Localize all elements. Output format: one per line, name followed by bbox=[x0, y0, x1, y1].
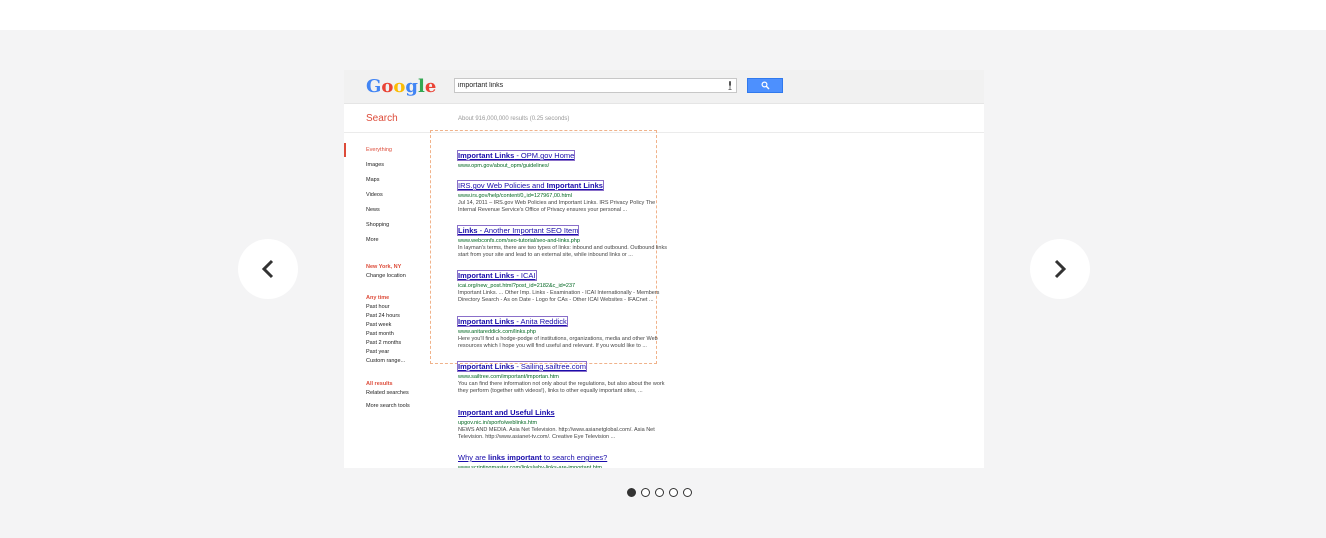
carousel-prev-button[interactable] bbox=[238, 239, 298, 299]
result-title-link[interactable]: Important and Useful Links bbox=[458, 408, 555, 417]
chevron-left-icon bbox=[261, 259, 274, 279]
search-result: IRS.gov Web Policies and Important Links… bbox=[457, 175, 718, 214]
result-title-pre: IRS.gov Web Policies and bbox=[458, 181, 547, 190]
result-snippet-line: In layman's terms, there are two types o… bbox=[458, 245, 667, 251]
sidebar-location: New York, NY bbox=[366, 264, 402, 270]
result-title-bold: Links bbox=[458, 226, 478, 235]
sidebar-time-past-2-months[interactable]: Past 2 months bbox=[366, 340, 401, 346]
result-url: www.irs.gov/help/content/0,,id=127967,00… bbox=[458, 193, 572, 199]
sidebar-time-past-year[interactable]: Past year bbox=[366, 349, 389, 355]
google-doodle-logo[interactable]: Google bbox=[366, 76, 436, 97]
chevron-right-icon bbox=[1054, 259, 1067, 279]
search-result: Important Links - Anita Reddick www.anita… bbox=[457, 311, 718, 350]
active-type-indicator bbox=[344, 143, 346, 157]
magnifier-icon bbox=[761, 81, 770, 90]
microphone-icon[interactable] bbox=[728, 81, 732, 90]
sidebar-time-header[interactable]: Any time bbox=[366, 295, 389, 301]
result-title-post: - Another Important SEO Item bbox=[477, 226, 579, 235]
result-title-post: - Anita Reddick bbox=[514, 317, 567, 326]
carousel-slide-screenshot: Google Search About 916,000,000 results … bbox=[344, 70, 984, 468]
result-title-link[interactable]: IRS.gov Web Policies and Important Links bbox=[457, 180, 604, 191]
sidebar-change-location[interactable]: Change location bbox=[366, 273, 406, 279]
result-snippet-line: start from your site and lead to an exte… bbox=[458, 252, 633, 258]
result-url: www.opm.gov/about_opm/guidelines/ bbox=[458, 163, 550, 169]
result-url: www.webconfs.com/seo-tutorial/seo-and-li… bbox=[458, 238, 580, 244]
carousel-dot-4[interactable] bbox=[669, 488, 678, 497]
result-title-post: to search engines? bbox=[541, 453, 608, 462]
search-result: Links - Another Important SEO Item www.we… bbox=[456, 220, 718, 259]
carousel-dot-2[interactable] bbox=[641, 488, 650, 497]
result-snippet-line: resources which I hope you will find use… bbox=[458, 343, 647, 349]
sidebar-type-more[interactable]: More bbox=[366, 237, 379, 243]
result-title-post: - ICAI bbox=[514, 271, 536, 280]
result-snippet-line: Here you'll find a hodge-podge of instit… bbox=[458, 336, 658, 342]
search-subbar: Search About 916,000,000 results (0.25 s… bbox=[344, 104, 984, 133]
result-title-bold: Important Links bbox=[546, 181, 603, 190]
sidebar-type-shopping[interactable]: Shopping bbox=[366, 222, 389, 228]
search-result: Important Links - ICAI icai.org/new_post.… bbox=[457, 265, 718, 304]
result-title-post: - OPM.gov Home bbox=[514, 151, 575, 160]
result-snippet-line: Television. http://www.asianet-tv.com/. … bbox=[458, 434, 616, 440]
carousel-dot-3[interactable] bbox=[655, 488, 664, 497]
result-title-bold: Important and Useful Links bbox=[458, 408, 555, 417]
result-title-link[interactable]: Important Links - Sailing.sailtree.com bbox=[457, 361, 587, 372]
result-snippet-line: they perform (together with videos!), li… bbox=[458, 388, 643, 394]
result-title-bold: Important Links bbox=[458, 271, 515, 280]
search-section-label: Search bbox=[366, 113, 398, 124]
result-title-bold: Important Links bbox=[458, 362, 515, 371]
google-header: Google bbox=[344, 70, 984, 104]
search-box[interactable] bbox=[454, 78, 737, 93]
search-result: Important Links - OPM.gov Home www.opm.go… bbox=[456, 145, 718, 170]
carousel-dot-1[interactable] bbox=[627, 488, 636, 497]
result-count: About 916,000,000 results (0.25 seconds) bbox=[458, 116, 570, 122]
search-result: Important and Useful Links upgov.nic.in/s… bbox=[458, 402, 718, 441]
result-snippet-line: Internal Revenue Service's Office of Pri… bbox=[458, 207, 628, 213]
result-snippet-line: Important Links. ... Other Imp. Links - … bbox=[458, 290, 660, 296]
search-result: Important Links - Sailing.sailtree.com ww… bbox=[457, 356, 718, 395]
result-snippet-line: Directory Search - As on Date - Logo for… bbox=[458, 297, 654, 303]
sidebar-time-past-week[interactable]: Past week bbox=[366, 322, 391, 328]
result-title-link[interactable]: Important Links - OPM.gov Home bbox=[456, 150, 576, 161]
result-url: www.sailtree.com/important/importan.htm bbox=[458, 374, 559, 380]
result-title-post: - Sailing.sailtree.com bbox=[514, 362, 586, 371]
sidebar-type-images[interactable]: Images bbox=[366, 162, 384, 168]
result-title-bold: Important Links bbox=[458, 317, 515, 326]
carousel-pagination bbox=[627, 488, 692, 497]
result-title-bold: Important Links bbox=[458, 151, 515, 160]
sidebar-time-custom-range[interactable]: Custom range... bbox=[366, 358, 405, 364]
result-snippet-line: You can find there information not only … bbox=[458, 381, 665, 387]
result-url: upgov.nic.in/sporfo/weblinks.htm bbox=[458, 420, 538, 426]
carousel-next-button[interactable] bbox=[1030, 239, 1090, 299]
result-title-link[interactable]: Why are links important to search engine… bbox=[458, 453, 607, 462]
sidebar-type-maps[interactable]: Maps bbox=[366, 177, 379, 183]
result-url: www.scriptingmaster.com/links/why-links-… bbox=[458, 465, 602, 468]
sidebar-more-tools[interactable]: More search tools bbox=[366, 403, 410, 409]
carousel-dot-5[interactable] bbox=[683, 488, 692, 497]
sidebar-type-everything[interactable]: Everything bbox=[366, 147, 392, 153]
sidebar-all-results[interactable]: All results bbox=[366, 381, 393, 387]
result-title-bold: links important bbox=[488, 453, 542, 462]
result-title-pre: Why are bbox=[458, 453, 489, 462]
search-input[interactable] bbox=[458, 80, 713, 91]
search-result: Why are links important to search engine… bbox=[458, 447, 718, 468]
sidebar-type-videos[interactable]: Videos bbox=[366, 192, 383, 198]
result-url: www.anitareddick.com/links.php bbox=[458, 329, 536, 335]
result-snippet-line: Jul 14, 2011 – IRS.gov Web Policies and … bbox=[458, 200, 656, 206]
result-url: icai.org/new_post.html?post_id=2182&c_id… bbox=[458, 283, 576, 289]
result-title-link[interactable]: Important Links - Anita Reddick bbox=[457, 316, 568, 327]
sidebar-time-past-month[interactable]: Past month bbox=[366, 331, 394, 337]
sidebar-time-past-hour[interactable]: Past hour bbox=[366, 304, 390, 310]
sidebar-type-news[interactable]: News bbox=[366, 207, 380, 213]
result-title-link[interactable]: Important Links - ICAI bbox=[457, 270, 537, 281]
sidebar-time-past-24-hours[interactable]: Past 24 hours bbox=[366, 313, 400, 319]
result-title-link[interactable]: Links - Another Important SEO Item bbox=[456, 225, 580, 236]
sidebar-related-searches[interactable]: Related searches bbox=[366, 390, 409, 396]
search-button[interactable] bbox=[747, 78, 783, 93]
result-snippet-line: NEWS AND MEDIA. Asia Net Television. htt… bbox=[458, 427, 655, 433]
